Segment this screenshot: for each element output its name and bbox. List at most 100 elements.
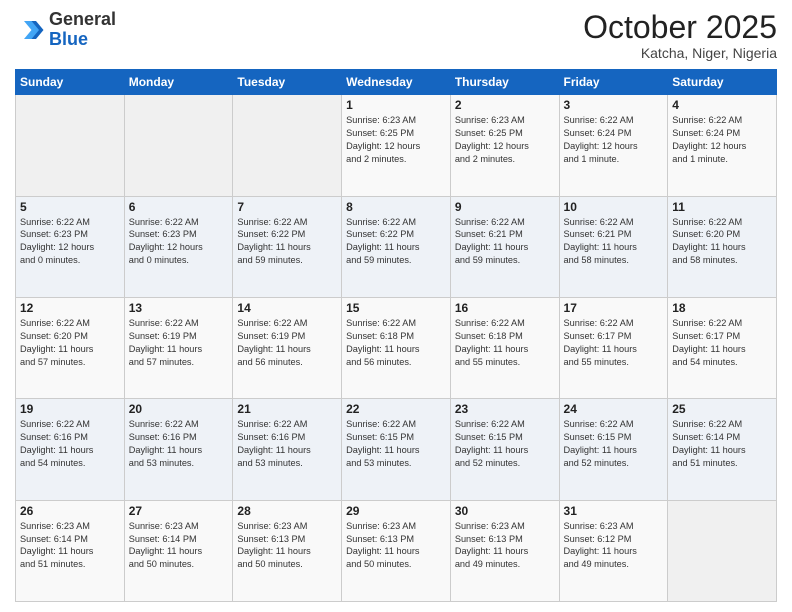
week-row-4: 19 Sunrise: 6:22 AMSunset: 6:16 PMDayligh…: [16, 399, 777, 500]
day-number: 29: [346, 504, 446, 518]
day-info: Sunrise: 6:22 AMSunset: 6:24 PMDaylight:…: [672, 114, 772, 166]
day-number: 26: [20, 504, 120, 518]
day-info: Sunrise: 6:22 AMSunset: 6:21 PMDaylight:…: [564, 216, 664, 268]
day-info: Sunrise: 6:22 AMSunset: 6:15 PMDaylight:…: [564, 418, 664, 470]
day-cell: 23Sunrise: 6:22 AMSunset: 6:15 PMDayligh…: [450, 399, 559, 500]
location: Katcha, Niger, Nigeria: [583, 45, 777, 61]
day-number: 20: [129, 402, 229, 416]
day-info: Sunrise: 6:22 AMSunset: 6:15 PMDaylight:…: [346, 418, 446, 470]
day-info: Sunrise: 6:22 AMSunset: 6:16 PMDaylight:…: [237, 418, 337, 470]
day-cell: 30 Sunrise: 6:23 AMSunset: 6:13 PMDayligh…: [450, 500, 559, 601]
day-cell: 29Sunrise: 6:23 AMSunset: 6:13 PMDayligh…: [342, 500, 451, 601]
calendar-header: SundayMondayTuesdayWednesdayThursdayFrid…: [16, 70, 777, 95]
weekday-header-monday: Monday: [124, 70, 233, 95]
day-number: 9: [455, 200, 555, 214]
title-block: October 2025 Katcha, Niger, Nigeria: [583, 10, 777, 61]
day-number: 1: [346, 98, 446, 112]
day-info: Sunrise: 6:23 AMSunset: 6:13 PMDaylight:…: [237, 520, 337, 572]
day-cell: 18 Sunrise: 6:22 AMSunset: 6:17 PMDayligh…: [668, 297, 777, 398]
day-cell: 8 Sunrise: 6:22 AMSunset: 6:22 PMDaylight…: [342, 196, 451, 297]
day-info: Sunrise: 6:23 AMSunset: 6:12 PMDaylight:…: [564, 520, 664, 572]
day-cell: 6 Sunrise: 6:22 AMSunset: 6:23 PMDaylight…: [124, 196, 233, 297]
day-cell: 1 Sunrise: 6:23 AMSunset: 6:25 PMDaylight…: [342, 95, 451, 196]
day-cell: 21 Sunrise: 6:22 AMSunset: 6:16 PMDayligh…: [233, 399, 342, 500]
day-info: Sunrise: 6:23 AMSunset: 6:25 PMDaylight:…: [346, 114, 446, 166]
day-number: 14: [237, 301, 337, 315]
day-cell: 28 Sunrise: 6:23 AMSunset: 6:13 PMDayligh…: [233, 500, 342, 601]
day-info: Sunrise: 6:22 AMSunset: 6:23 PMDaylight:…: [129, 216, 229, 268]
day-info: Sunrise: 6:22 AMSunset: 6:17 PMDaylight:…: [672, 317, 772, 369]
day-cell: 26Sunrise: 6:23 AMSunset: 6:14 PMDayligh…: [16, 500, 125, 601]
logo-blue: Blue: [49, 30, 116, 50]
day-number: 19: [20, 402, 120, 416]
day-info: Sunrise: 6:22 AMSunset: 6:16 PMDaylight:…: [129, 418, 229, 470]
day-info: Sunrise: 6:22 AMSunset: 6:16 PMDaylight:…: [20, 418, 120, 470]
weekday-header-tuesday: Tuesday: [233, 70, 342, 95]
day-info: Sunrise: 6:22 AMSunset: 6:23 PMDaylight:…: [20, 216, 120, 268]
logo: General Blue: [15, 10, 116, 50]
day-cell: 19 Sunrise: 6:22 AMSunset: 6:16 PMDayligh…: [16, 399, 125, 500]
day-info: Sunrise: 6:23 AMSunset: 6:25 PMDaylight:…: [455, 114, 555, 166]
day-info: Sunrise: 6:22 AMSunset: 6:24 PMDaylight:…: [564, 114, 664, 166]
day-info: Sunrise: 6:22 AMSunset: 6:17 PMDaylight:…: [564, 317, 664, 369]
day-number: 7: [237, 200, 337, 214]
calendar-body: 1 Sunrise: 6:23 AMSunset: 6:25 PMDaylight…: [16, 95, 777, 602]
day-cell: 9 Sunrise: 6:22 AMSunset: 6:21 PMDaylight…: [450, 196, 559, 297]
day-cell: 5Sunrise: 6:22 AMSunset: 6:23 PMDaylight…: [16, 196, 125, 297]
day-cell: 20 Sunrise: 6:22 AMSunset: 6:16 PMDayligh…: [124, 399, 233, 500]
day-info: Sunrise: 6:23 AMSunset: 6:13 PMDaylight:…: [455, 520, 555, 572]
day-cell: 24 Sunrise: 6:22 AMSunset: 6:15 PMDayligh…: [559, 399, 668, 500]
calendar: SundayMondayTuesdayWednesdayThursdayFrid…: [15, 69, 777, 602]
day-number: 17: [564, 301, 664, 315]
day-cell: 17 Sunrise: 6:22 AMSunset: 6:17 PMDayligh…: [559, 297, 668, 398]
day-cell: 10 Sunrise: 6:22 AMSunset: 6:21 PMDayligh…: [559, 196, 668, 297]
month-title: October 2025: [583, 10, 777, 45]
day-number: 21: [237, 402, 337, 416]
day-info: Sunrise: 6:22 AMSunset: 6:18 PMDaylight:…: [455, 317, 555, 369]
weekday-header-friday: Friday: [559, 70, 668, 95]
day-number: 10: [564, 200, 664, 214]
day-cell: 15 Sunrise: 6:22 AMSunset: 6:18 PMDayligh…: [342, 297, 451, 398]
day-number: 18: [672, 301, 772, 315]
day-number: 15: [346, 301, 446, 315]
day-info: Sunrise: 6:22 AMSunset: 6:22 PMDaylight:…: [346, 216, 446, 268]
week-row-3: 12Sunrise: 6:22 AMSunset: 6:20 PMDayligh…: [16, 297, 777, 398]
day-info: Sunrise: 6:22 AMSunset: 6:18 PMDaylight:…: [346, 317, 446, 369]
day-number: 4: [672, 98, 772, 112]
day-cell: 7Sunrise: 6:22 AMSunset: 6:22 PMDaylight…: [233, 196, 342, 297]
day-cell: 16 Sunrise: 6:22 AMSunset: 6:18 PMDayligh…: [450, 297, 559, 398]
weekday-header-saturday: Saturday: [668, 70, 777, 95]
day-number: 8: [346, 200, 446, 214]
day-number: 25: [672, 402, 772, 416]
day-cell: [233, 95, 342, 196]
day-cell: [668, 500, 777, 601]
day-cell: [16, 95, 125, 196]
day-number: 6: [129, 200, 229, 214]
day-cell: 31 Sunrise: 6:23 AMSunset: 6:12 PMDayligh…: [559, 500, 668, 601]
day-number: 16: [455, 301, 555, 315]
day-info: Sunrise: 6:22 AMSunset: 6:15 PMDaylight:…: [455, 418, 555, 470]
day-info: Sunrise: 6:22 AMSunset: 6:19 PMDaylight:…: [129, 317, 229, 369]
day-info: Sunrise: 6:22 AMSunset: 6:19 PMDaylight:…: [237, 317, 337, 369]
day-number: 24: [564, 402, 664, 416]
day-cell: 22Sunrise: 6:22 AMSunset: 6:15 PMDayligh…: [342, 399, 451, 500]
header: General Blue October 2025 Katcha, Niger,…: [15, 10, 777, 61]
day-cell: 13 Sunrise: 6:22 AMSunset: 6:19 PMDayligh…: [124, 297, 233, 398]
day-cell: 12Sunrise: 6:22 AMSunset: 6:20 PMDayligh…: [16, 297, 125, 398]
day-number: 28: [237, 504, 337, 518]
day-info: Sunrise: 6:22 AMSunset: 6:20 PMDaylight:…: [20, 317, 120, 369]
weekday-header-thursday: Thursday: [450, 70, 559, 95]
day-number: 27: [129, 504, 229, 518]
week-row-5: 26Sunrise: 6:23 AMSunset: 6:14 PMDayligh…: [16, 500, 777, 601]
logo-general: General: [49, 10, 116, 30]
week-row-1: 1 Sunrise: 6:23 AMSunset: 6:25 PMDaylight…: [16, 95, 777, 196]
day-number: 11: [672, 200, 772, 214]
day-number: 13: [129, 301, 229, 315]
weekday-header-wednesday: Wednesday: [342, 70, 451, 95]
logo-icon: [15, 15, 45, 45]
day-cell: 3Sunrise: 6:22 AMSunset: 6:24 PMDaylight…: [559, 95, 668, 196]
day-number: 30: [455, 504, 555, 518]
day-number: 31: [564, 504, 664, 518]
day-info: Sunrise: 6:22 AMSunset: 6:21 PMDaylight:…: [455, 216, 555, 268]
page: General Blue October 2025 Katcha, Niger,…: [0, 0, 792, 612]
